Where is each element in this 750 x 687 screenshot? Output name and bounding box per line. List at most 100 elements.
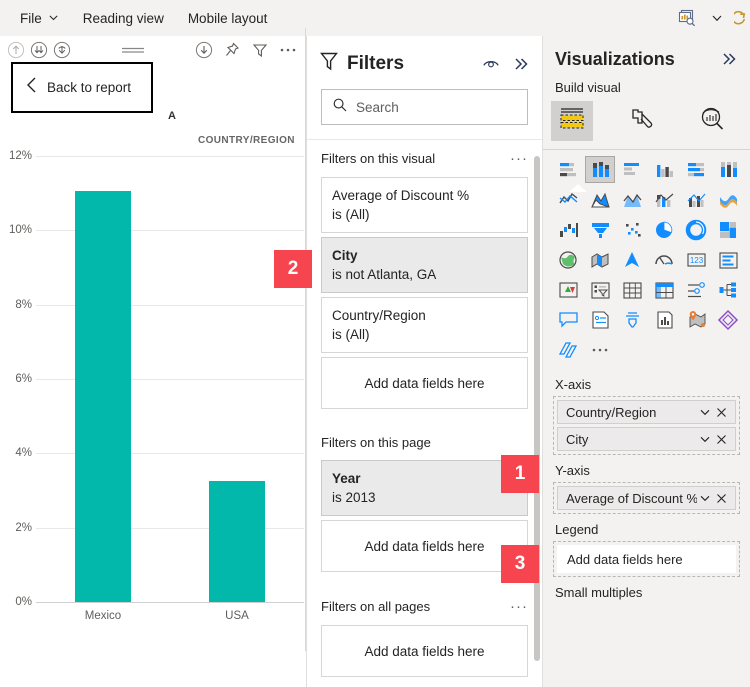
key-influencers-icon[interactable] (553, 306, 583, 333)
visualizations-tabs (543, 101, 750, 147)
matrix-icon[interactable] (649, 276, 679, 303)
r-script-visual-icon[interactable] (681, 276, 711, 303)
double-chevron-right-icon[interactable] (510, 53, 532, 75)
drill-up-icon[interactable] (6, 40, 26, 60)
well-y-axis[interactable]: Average of Discount % (553, 482, 740, 514)
section-title: Filters on this page (321, 435, 431, 450)
area-chart-icon[interactable] (585, 186, 615, 213)
waterfall-chart-icon[interactable] (553, 216, 583, 243)
well-x-axis[interactable]: Country/Region City (553, 396, 740, 455)
slicer-icon[interactable] (585, 276, 615, 303)
eye-icon[interactable] (480, 53, 502, 75)
menu-item-file-label: File (20, 10, 42, 26)
filters-pane-scrollbar[interactable] (534, 156, 540, 661)
small-multiples-label: Small multiples (555, 585, 643, 600)
double-chevron-right-icon[interactable] (718, 48, 740, 70)
step-badge-2: 2 (274, 250, 312, 288)
power-automate-icon[interactable] (553, 336, 583, 363)
menu-item-mobile-layout-label: Mobile layout (187, 10, 268, 26)
y-axis-tick-label: 0% (15, 596, 32, 608)
funnel-chart-icon[interactable] (585, 216, 615, 243)
well-empty-dropzone[interactable]: Add data fields here (557, 545, 736, 573)
donut-chart-icon[interactable] (681, 216, 711, 243)
multi-row-card-icon[interactable] (713, 246, 743, 273)
stacked-bar-chart-icon[interactable] (553, 156, 583, 183)
bar-chart[interactable]: 0% 2% 4% 6% 8% 10% 12% Mexico USA (0, 64, 306, 687)
filled-map-icon[interactable] (585, 246, 615, 273)
field-chip[interactable]: Average of Discount % (557, 486, 736, 510)
100-stacked-bar-chart-icon[interactable] (681, 156, 711, 183)
azure-map-icon[interactable] (617, 246, 647, 273)
more-visuals-icon[interactable] (585, 336, 615, 363)
chevron-down-icon[interactable] (697, 490, 713, 506)
filter-card-country-region[interactable]: Country/Region is (All) (321, 297, 528, 353)
drill-down-icon[interactable] (52, 40, 72, 60)
visualizations-pane: Visualizations Build visual 123 X-axis C… (542, 36, 750, 687)
menu-item-file[interactable]: File (8, 7, 71, 30)
table-icon[interactable] (617, 276, 647, 303)
100-stacked-column-chart-icon[interactable] (713, 156, 743, 183)
clustered-bar-chart-icon[interactable] (617, 156, 647, 183)
map-icon[interactable] (553, 246, 583, 273)
export-icon[interactable] (194, 40, 214, 60)
menu-item-mobile-layout[interactable]: Mobile layout (176, 7, 280, 30)
field-chip[interactable]: Country/Region (557, 400, 736, 424)
paginated-report-icon[interactable] (617, 306, 647, 333)
chevron-down-icon[interactable] (697, 431, 713, 447)
stacked-column-chart-icon[interactable] (585, 156, 615, 183)
filter-card-field-name: Average of Discount % (332, 188, 470, 203)
field-chip[interactable]: City (557, 427, 736, 451)
page-filter-dropzone[interactable]: Add data fields here (321, 520, 528, 572)
drill-controls (0, 40, 72, 60)
menu-item-reading-view[interactable]: Reading view (71, 7, 176, 30)
section-more-options-icon[interactable]: ··· (510, 598, 528, 615)
filters-search-box[interactable]: Search (321, 89, 528, 125)
python-visual-icon[interactable] (649, 306, 679, 333)
section-more-options-icon[interactable]: ··· (510, 150, 528, 167)
svg-text:123: 123 (689, 256, 703, 265)
visual-search-icon[interactable] (674, 5, 700, 31)
clustered-column-chart-icon[interactable] (649, 156, 679, 183)
gauge-icon[interactable] (649, 246, 679, 273)
kpi-icon[interactable] (553, 276, 583, 303)
line-clustered-column-chart-icon[interactable] (681, 186, 711, 213)
format-visual-tab[interactable] (621, 101, 663, 141)
analytics-tab[interactable] (691, 101, 733, 141)
filter-icon[interactable] (250, 40, 270, 60)
ribbon-chart-icon[interactable] (713, 186, 743, 213)
decomposition-tree-icon[interactable] (713, 276, 743, 303)
filter-card-year[interactable]: Year is 2013 (321, 460, 528, 516)
drill-down-all-icon[interactable] (29, 40, 49, 60)
narrative-icon[interactable] (585, 306, 615, 333)
chevron-down-icon[interactable] (697, 404, 713, 420)
card-icon[interactable]: 123 (681, 246, 711, 273)
section-header-filters-on-this-page: Filters on this page (307, 413, 542, 456)
all-pages-filter-dropzone[interactable]: Add data fields here (321, 625, 528, 677)
close-icon[interactable] (713, 490, 729, 506)
more-options-icon[interactable] (278, 40, 298, 60)
arcgis-map-icon[interactable] (681, 306, 711, 333)
powerapps-icon[interactable] (713, 306, 743, 333)
x-axis-tick-label[interactable]: USA (225, 610, 249, 622)
chart-bar[interactable] (209, 481, 265, 602)
build-visual-tab[interactable] (551, 101, 593, 141)
pin-icon[interactable] (222, 40, 242, 60)
pie-chart-icon[interactable] (649, 216, 679, 243)
drag-handle-icon[interactable] (72, 44, 194, 56)
refresh-icon[interactable] (734, 5, 748, 31)
back-to-report-button[interactable]: Back to report (11, 62, 153, 113)
chevron-down-icon[interactable] (704, 5, 730, 31)
chart-bar[interactable] (75, 191, 131, 602)
filters-pane-title: Filters (347, 52, 405, 74)
stacked-area-chart-icon[interactable] (617, 186, 647, 213)
scatter-chart-icon[interactable] (617, 216, 647, 243)
filter-card-city[interactable]: City is not Atlanta, GA (321, 237, 528, 293)
close-icon[interactable] (713, 404, 729, 420)
well-legend[interactable]: Add data fields here (553, 541, 740, 577)
x-axis-tick-label[interactable]: Mexico (85, 610, 121, 622)
close-icon[interactable] (713, 431, 729, 447)
treemap-icon[interactable] (713, 216, 743, 243)
filter-card-average-of-discount[interactable]: Average of Discount % is (All) (321, 177, 528, 233)
line-stacked-column-chart-icon[interactable] (649, 186, 679, 213)
visual-filter-dropzone[interactable]: Add data fields here (321, 357, 528, 409)
